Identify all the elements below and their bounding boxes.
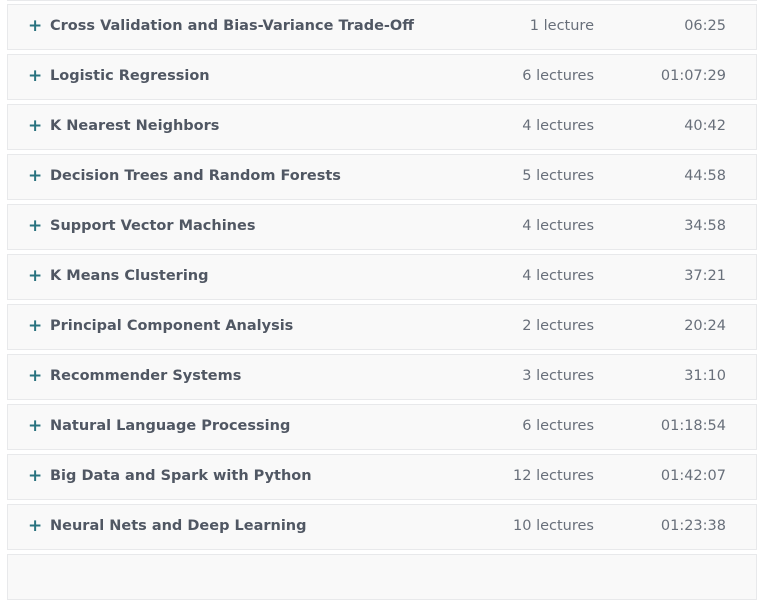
section-row[interactable]: + Neural Nets and Deep Learning 10 lecture…	[7, 504, 757, 550]
section-row[interactable]: + K Means Clustering 4 lectures 37:21	[7, 254, 757, 300]
section-title: Cross Validation and Bias-Variance Trade…	[50, 18, 415, 34]
section-duration: 01:18:54	[660, 418, 726, 434]
section-duration: 01:42:07	[660, 468, 726, 484]
section-row-partial-bottom[interactable]	[7, 554, 757, 600]
plus-icon[interactable]: +	[28, 216, 42, 236]
section-title: Natural Language Processing	[50, 418, 291, 434]
section-duration: 37:21	[684, 268, 726, 284]
section-title: Decision Trees and Random Forests	[50, 168, 341, 184]
section-row[interactable]: + Natural Language Processing 6 lectures 01…	[7, 404, 757, 450]
section-row[interactable]: + Cross Validation and Bias-Variance Trad…	[7, 4, 757, 50]
section-row[interactable]: + Support Vector Machines 4 lectures 34:58	[7, 204, 757, 250]
plus-icon[interactable]: +	[28, 316, 42, 336]
lecture-count: 6 lectures	[522, 68, 594, 84]
section-duration: 34:58	[684, 218, 726, 234]
lecture-count: 2 lectures	[522, 318, 594, 334]
plus-icon[interactable]: +	[28, 116, 42, 136]
section-row[interactable]: + Recommender Systems 3 lectures 31:10	[7, 354, 757, 400]
lecture-count: 6 lectures	[522, 418, 594, 434]
plus-icon[interactable]: +	[28, 416, 42, 436]
section-duration: 20:24	[684, 318, 726, 334]
section-duration: 40:42	[684, 118, 726, 134]
section-row[interactable]: + Decision Trees and Random Forests 5 lect…	[7, 154, 757, 200]
lecture-count: 4 lectures	[522, 218, 594, 234]
section-row-partial-top[interactable]	[7, 0, 757, 1]
section-title: K Means Clustering	[50, 268, 209, 284]
section-title: Recommender Systems	[50, 368, 242, 384]
section-title: Support Vector Machines	[50, 218, 256, 234]
section-duration: 01:07:29	[660, 68, 726, 84]
plus-icon[interactable]: +	[28, 16, 42, 36]
lecture-count: 5 lectures	[522, 168, 594, 184]
plus-icon[interactable]: +	[28, 166, 42, 186]
section-title: Principal Component Analysis	[50, 318, 294, 334]
section-duration: 01:23:38	[660, 518, 726, 534]
plus-icon[interactable]: +	[28, 466, 42, 486]
plus-icon[interactable]: +	[28, 516, 42, 536]
lecture-count: 10 lectures	[513, 518, 594, 534]
lecture-count: 12 lectures	[513, 468, 594, 484]
section-duration: 06:25	[684, 18, 726, 34]
plus-icon[interactable]: +	[28, 266, 42, 286]
section-title: K Nearest Neighbors	[50, 118, 220, 134]
plus-icon[interactable]: +	[28, 366, 42, 386]
section-row[interactable]: + Principal Component Analysis 2 lectures 2…	[7, 304, 757, 350]
section-row[interactable]: + Logistic Regression 6 lectures 01:07:29	[7, 54, 757, 100]
curriculum-section-list: + Cross Validation and Bias-Variance Trad…	[7, 4, 757, 554]
section-row[interactable]: + Big Data and Spark with Python 12 lectur…	[7, 454, 757, 500]
section-duration: 44:58	[684, 168, 726, 184]
lecture-count: 3 lectures	[522, 368, 594, 384]
section-duration: 31:10	[684, 368, 726, 384]
plus-icon[interactable]: +	[28, 66, 42, 86]
section-row[interactable]: + K Nearest Neighbors 4 lectures 40:42	[7, 104, 757, 150]
section-title: Neural Nets and Deep Learning	[50, 518, 307, 534]
section-title: Logistic Regression	[50, 68, 210, 84]
lecture-count: 4 lectures	[522, 268, 594, 284]
section-title: Big Data and Spark with Python	[50, 468, 312, 484]
lecture-count: 1 lecture	[529, 18, 594, 34]
lecture-count: 4 lectures	[522, 118, 594, 134]
